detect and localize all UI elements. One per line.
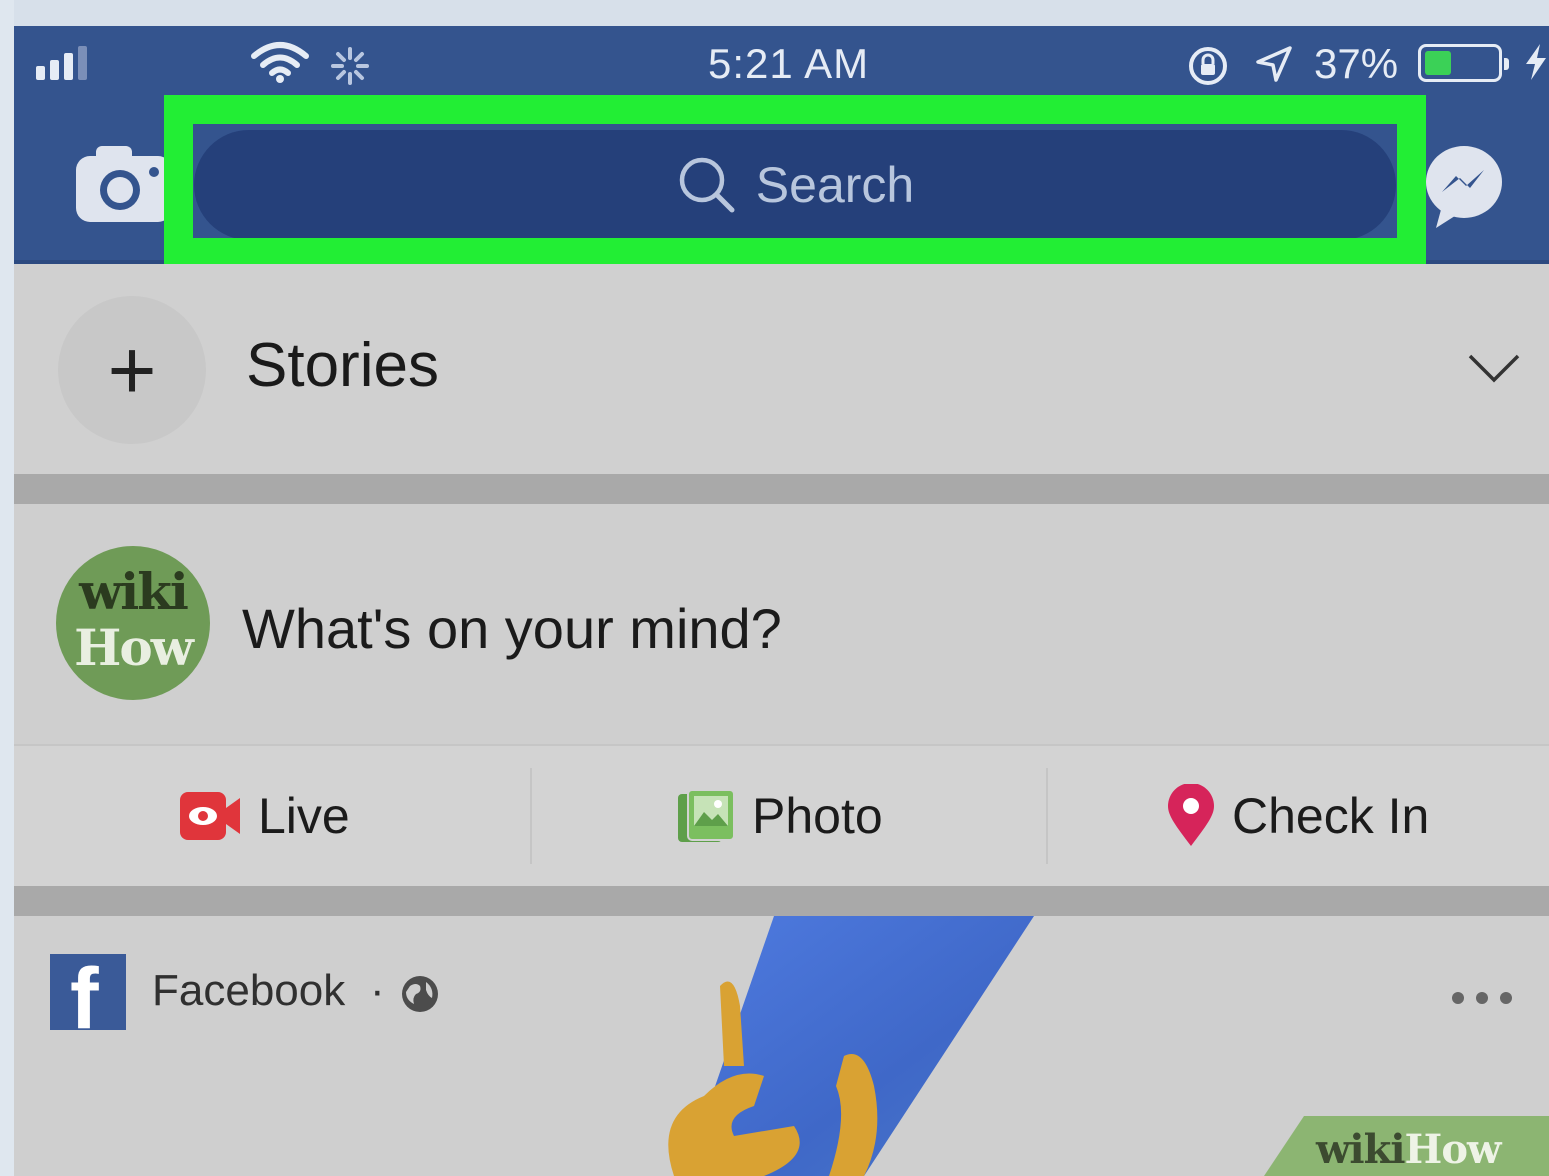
photo-label: Photo xyxy=(752,788,883,844)
post-illustration xyxy=(668,916,1034,1176)
composer-prompt[interactable]: What's on your mind? xyxy=(242,596,782,661)
avatar-text-top: wiki xyxy=(79,562,189,621)
check-in-label: Check In xyxy=(1232,788,1430,844)
phone-screen: 5:21 AM 37% Search + Stories wiki How Wh… xyxy=(14,26,1549,1176)
check-in-button[interactable]: Check In xyxy=(1166,746,1429,886)
wifi-icon xyxy=(251,42,309,83)
action-separator xyxy=(530,768,532,864)
plus-icon: + xyxy=(107,322,157,417)
watermark-part2: How xyxy=(1404,1126,1502,1173)
battery-percent: 37% xyxy=(1314,40,1399,87)
stories-row[interactable]: + Stories xyxy=(14,264,1549,474)
status-bar: 5:21 AM 37% xyxy=(14,26,1549,96)
photo-icon xyxy=(678,789,735,842)
search-highlight-box xyxy=(164,95,1426,267)
photo-button[interactable]: Photo xyxy=(676,746,883,886)
action-separator xyxy=(1046,768,1048,864)
live-button[interactable]: Live xyxy=(178,746,350,886)
live-label: Live xyxy=(258,788,350,844)
feed-post: f Facebook · wikiHow xyxy=(14,916,1549,1176)
section-divider xyxy=(14,474,1549,504)
globe-icon xyxy=(402,976,438,1012)
meta-separator: · xyxy=(370,966,385,1015)
post-page-name[interactable]: Facebook xyxy=(152,966,345,1016)
add-story-button[interactable]: + xyxy=(58,296,206,444)
rotation-lock-icon xyxy=(1189,47,1227,85)
avatar-text-bottom: How xyxy=(74,618,194,677)
composer-actions: Live Photo Check In xyxy=(14,744,1549,886)
battery-icon xyxy=(1418,44,1509,82)
location-arrow-icon xyxy=(1256,46,1292,82)
stories-label: Stories xyxy=(246,331,439,400)
avatar: wiki How xyxy=(56,546,210,700)
charging-bolt-icon xyxy=(1526,44,1546,80)
chevron-down-icon[interactable] xyxy=(1466,350,1522,386)
wikihow-watermark: wikiHow xyxy=(1264,1116,1549,1176)
watermark-part1: wiki xyxy=(1316,1126,1406,1173)
more-options-icon[interactable] xyxy=(1450,988,1514,1008)
backdrop-left xyxy=(0,0,14,1176)
section-divider xyxy=(14,886,1549,916)
status-time: 5:21 AM xyxy=(708,40,870,87)
signal-icon xyxy=(36,44,87,80)
facebook-logo[interactable]: f xyxy=(50,951,126,1047)
top-nav-bar: 5:21 AM 37% Search xyxy=(14,26,1549,267)
backdrop-top xyxy=(0,0,1549,26)
location-pin-icon xyxy=(1168,784,1214,846)
live-video-icon xyxy=(180,792,240,840)
post-composer[interactable]: wiki How What's on your mind? xyxy=(14,504,1549,744)
activity-spinner-icon xyxy=(331,47,369,85)
messenger-icon[interactable] xyxy=(1426,142,1506,242)
